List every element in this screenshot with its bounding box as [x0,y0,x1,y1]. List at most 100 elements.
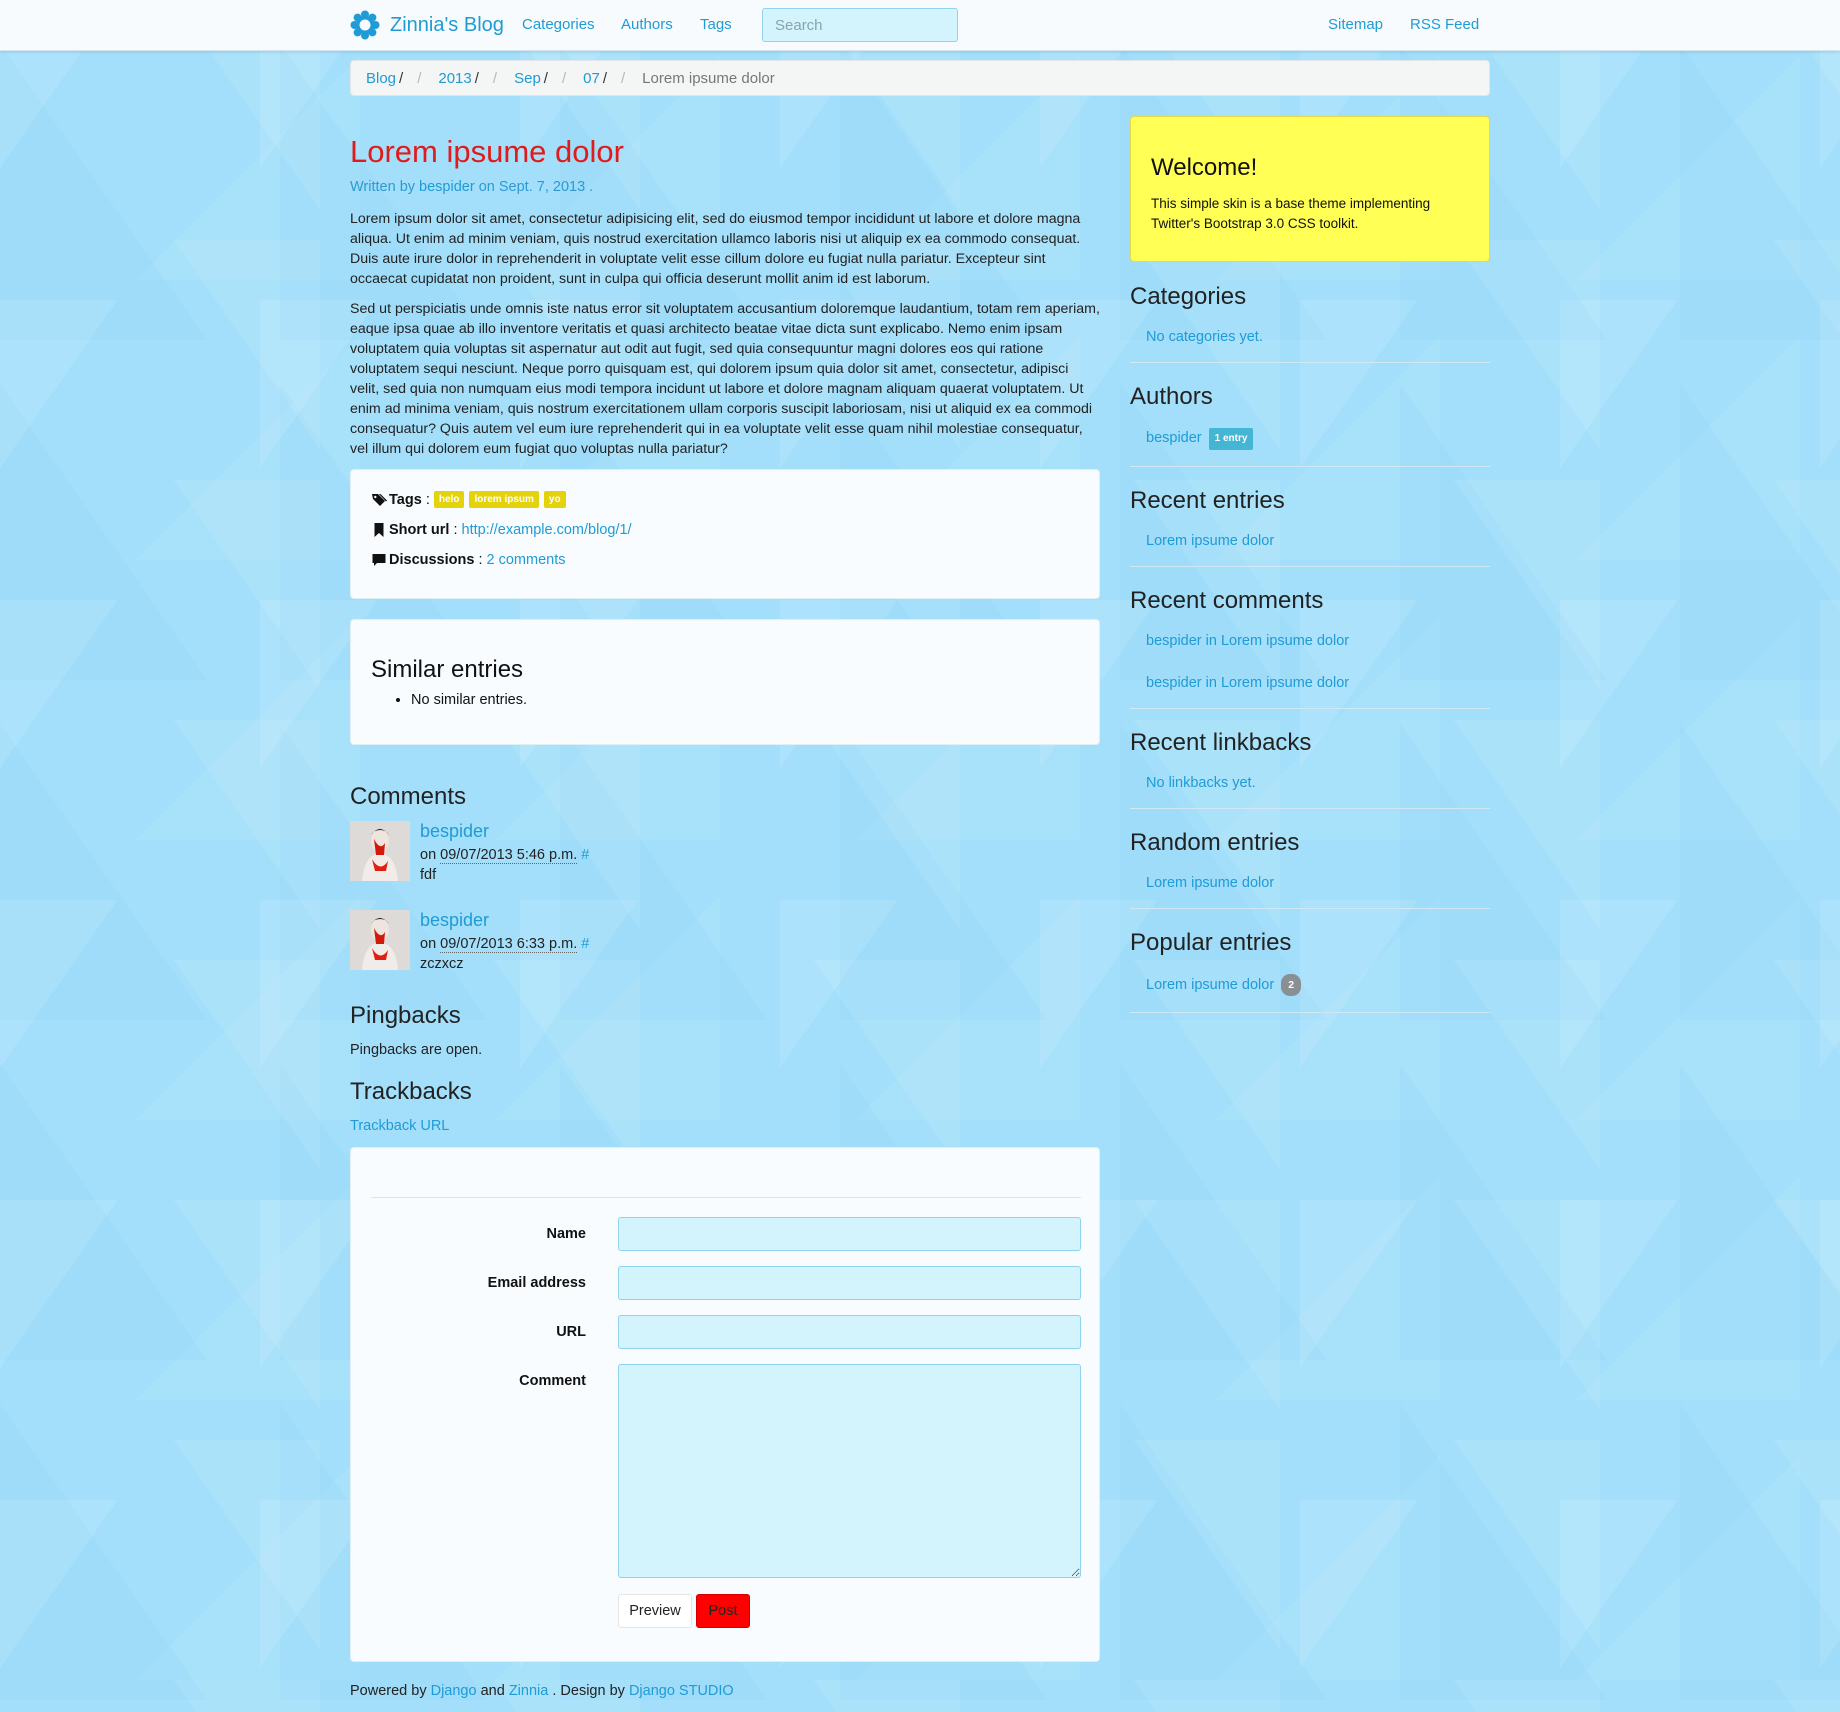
nav-rss-feed[interactable]: RSS Feed [1410,16,1479,33]
list-item: No categories yet. [1146,329,1263,345]
comment-author-link[interactable]: bespider [420,821,489,842]
byline-author-link[interactable]: bespider [419,179,475,195]
breadcrumb-slash: / [543,69,548,87]
colon: : [453,521,458,538]
breadcrumb-slash: / [602,69,607,87]
nav-categories[interactable]: Categories [522,16,595,33]
byline-prefix: Written by [350,179,416,195]
colon: : [478,551,483,568]
widget-recent-comments: Recent comments bespider in Lorem ipsume… [1130,586,1490,709]
entry-byline: Written by bespider on Sept. 7, 2013 . [350,179,1100,195]
breadcrumb-slash: / [399,69,404,87]
comment-on: on [420,936,437,952]
widget-list: No categories yet. [1130,322,1490,363]
tag-badge[interactable]: lorem ipsum [469,491,539,508]
list-item: No linkbacks yet. [1146,775,1256,791]
pingbacks-text: Pingbacks are open. [350,1042,483,1058]
footer-django-link[interactable]: Django [431,1683,477,1699]
comment-text: zczxcz [420,956,464,972]
trackback-url-link[interactable]: Trackback URL [350,1118,449,1134]
author-link[interactable]: bespider [1146,430,1202,446]
discussions-label: Discussions [389,551,475,568]
welcome-text: This simple skin is a base theme impleme… [1151,196,1431,231]
discussions-link[interactable]: 2 comments [487,552,566,568]
url-label: URL [556,1324,586,1340]
email-field[interactable] [618,1266,1081,1300]
comment-text: fdf [420,867,437,883]
random-entry-link[interactable]: Lorem ipsume dolor [1146,875,1274,891]
widget-list: bespider in Lorem ipsume dolor bespider … [1130,626,1490,709]
entry-body: Lorem ipsum dolor sit amet, consectetur … [350,209,1100,459]
short-url-row: Short url : http://example.com/blog/1/ [371,520,1079,539]
footer-design: . Design by [552,1683,625,1699]
top-navbar: Zinnia's Blog Categories Authors Tags Si… [0,0,1840,51]
comment-textarea[interactable] [618,1364,1081,1578]
entry-paragraph: Sed ut perspiciatis unde omnis iste natu… [350,301,1100,457]
comment-permalink[interactable]: # [581,936,589,952]
nav-tags[interactable]: Tags [700,16,732,33]
avatar [350,821,410,881]
similar-entries-heading: Similar entries [371,656,524,683]
welcome-title: Welcome! [1151,154,1258,181]
footer-zinnia-link[interactable]: Zinnia [509,1683,549,1699]
comment-permalink[interactable]: # [581,847,589,863]
breadcrumb-day[interactable]: 07 [583,70,600,87]
tag-badge[interactable]: yo [543,491,566,508]
popular-entry-link[interactable]: Lorem ipsume dolor [1146,977,1274,993]
widget-categories: Categories No categories yet. [1130,282,1490,363]
list-item: No similar entries. [411,692,1079,708]
preview-button[interactable]: Preview [618,1594,692,1628]
post-button[interactable]: Post [696,1594,750,1628]
recent-comment-link[interactable]: bespider in Lorem ipsume dolor [1146,675,1349,691]
trackbacks-heading: Trackbacks [350,1078,472,1105]
recent-entry-link[interactable]: Lorem ipsume dolor [1146,533,1274,549]
tags-label: Tags [389,491,422,508]
avatar [350,910,410,970]
url-field[interactable] [618,1315,1081,1349]
breadcrumb-blog[interactable]: Blog [366,70,396,87]
comment-count-badge: 2 [1281,974,1302,996]
widget-heading: Popular entries [1130,929,1292,956]
zinnia-flower-icon [350,10,380,40]
short-url-link[interactable]: http://example.com/blog/1/ [462,522,632,538]
brand-name: Zinnia's Blog [390,13,504,36]
list-item: Lorem ipsume dolor 2 [1130,968,1490,1012]
entry-count-badge: 1 entry [1208,428,1254,450]
similar-entries-panel: Similar entries No similar entries. [350,619,1100,745]
breadcrumb-slash: / [474,69,479,87]
bookmark-icon [374,522,384,537]
list-item: bespider in Lorem ipsume dolor [1130,658,1490,708]
entry-paragraph: Lorem ipsum dolor sit amet, consectetur … [350,211,1081,287]
entry-article: Lorem ipsume dolor Written by bespider o… [350,133,1100,459]
breadcrumb-month[interactable]: Sep [514,70,541,87]
recent-comment-link[interactable]: bespider in Lorem ipsume dolor [1146,633,1349,649]
email-label: Email address [487,1275,586,1291]
byline-suffix: . [589,179,594,195]
comment-on: on [420,847,437,863]
breadcrumb-current: Lorem ipsume dolor [642,69,775,87]
widget-heading: Recent linkbacks [1130,729,1312,756]
avatar-portrait-icon [350,821,410,881]
comment-date: on 09/07/2013 5:46 p.m. # [420,847,589,864]
widget-popular-entries: Popular entries Lorem ipsume dolor 2 [1130,928,1490,1013]
tag-badge[interactable]: helo [433,491,465,508]
nav-sitemap[interactable]: Sitemap [1328,16,1383,33]
widget-heading: Categories [1130,283,1247,310]
widget-list: Lorem ipsume dolor [1130,868,1490,909]
footer-studio-link[interactable]: Django STUDIO [629,1683,734,1699]
brand-link[interactable]: Zinnia's Blog [350,7,504,43]
byline-on: on [478,179,495,195]
name-field[interactable] [618,1217,1081,1251]
welcome-box: Welcome! This simple skin is a base them… [1130,116,1490,262]
comment-author-link[interactable]: bespider [420,910,489,931]
footer-and: and [480,1683,505,1699]
widget-list: No linkbacks yet. [1130,768,1490,809]
entry-title: Lorem ipsume dolor [350,134,624,169]
search-input[interactable] [762,8,958,42]
tags-row: Tags : helo lorem ipsum yo [371,490,1079,509]
breadcrumb-year[interactable]: 2013 [438,70,471,87]
nav-authors[interactable]: Authors [621,16,673,33]
comment-timestamp: 09/07/2013 6:33 p.m. [440,936,578,953]
pingbacks-heading: Pingbacks [350,1002,461,1029]
comments-heading: Comments [350,783,467,810]
